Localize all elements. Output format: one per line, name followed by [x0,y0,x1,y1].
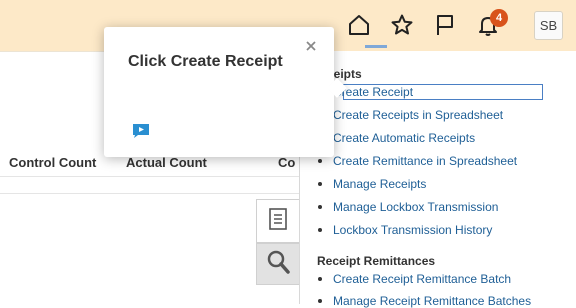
task-link-label: Create Automatic Receipts [333,131,476,145]
search-side-tab[interactable] [256,243,299,285]
task-link-manage-receipt-remittance-batches[interactable]: Manage Receipt Remittance Batches [318,294,532,308]
task-link-label: Manage Receipts [333,177,427,191]
task-link-create-remittance-spreadsheet[interactable]: Create Remittance in Spreadsheet [318,154,518,168]
bullet [318,299,322,303]
user-avatar[interactable]: SB [534,11,563,40]
column-header-actual-count[interactable]: Actual Count [126,155,207,170]
panel-top-indicator [365,45,387,48]
notification-count-badge: 4 [490,9,508,27]
task-link-label: Manage Receipt Remittance Batches [333,294,532,308]
favorites-star-icon[interactable] [388,11,416,39]
popup-title: Click Create Receipt [128,53,283,70]
table-divider [0,193,300,194]
tasks-icon [268,207,288,236]
task-link-create-receipt-remittance-batch[interactable]: Create Receipt Remittance Batch [318,272,512,286]
close-icon[interactable] [304,39,318,53]
chat-bubble-icon[interactable] [132,123,150,139]
bullet [318,228,322,232]
bullet [318,182,322,186]
column-header-truncated[interactable]: Co [278,155,299,170]
bullet [318,277,322,281]
task-link-label: Create Receipts in Spreadsheet [333,108,504,122]
task-link-manage-lockbox-transmission[interactable]: Manage Lockbox Transmission [318,200,499,214]
search-icon [265,248,291,281]
bullet [318,159,322,163]
task-link-label: Lockbox Transmission History [333,223,493,237]
column-header-control-count[interactable]: Control Count [9,155,96,170]
flag-icon[interactable] [431,11,459,39]
task-link-create-receipts-spreadsheet[interactable]: Create Receipts in Spreadsheet [318,108,504,122]
home-icon[interactable] [345,11,373,39]
task-link-manage-receipts[interactable]: Manage Receipts [318,177,427,191]
table-divider [0,176,300,177]
task-link-lockbox-transmission-history[interactable]: Lockbox Transmission History [318,223,493,237]
section-title-receipt-remittances: Receipt Remittances [317,254,436,268]
task-link-label: Create Remittance in Spreadsheet [333,154,518,168]
task-link-label: Create Receipt Remittance Batch [333,272,512,286]
task-link-create-automatic-receipts[interactable]: Create Automatic Receipts [318,131,476,145]
task-link-label: Manage Lockbox Transmission [333,200,499,214]
bullet [318,205,322,209]
guided-help-popup: Click Create Receipt [104,27,347,157]
tasks-side-tab[interactable] [256,199,299,243]
